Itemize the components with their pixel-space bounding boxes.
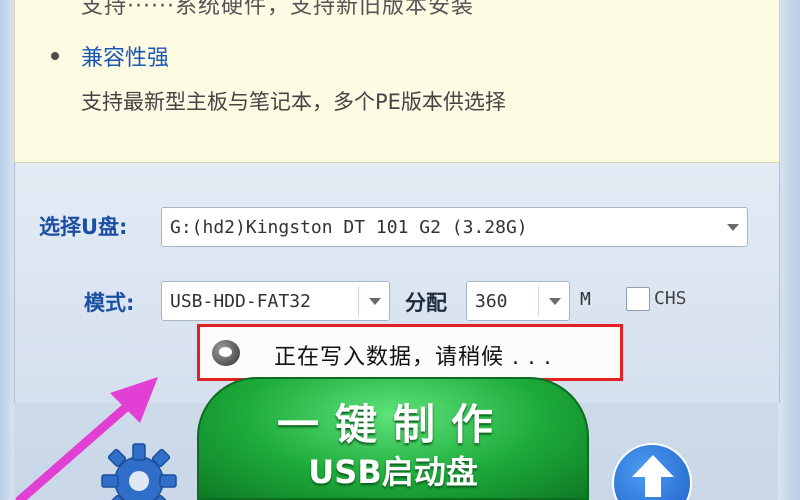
status-text: 正在写入数据，请稍候 . . .	[274, 345, 552, 370]
arrow-up-icon	[632, 455, 674, 497]
make-button-line2: USB启动盘	[308, 453, 478, 491]
alloc-unit: M	[580, 289, 591, 310]
bullet-dot-icon	[51, 52, 59, 60]
feature-cut-line: 支持······系统硬件，支持新旧版本安装	[81, 0, 474, 19]
feature-title: 兼容性强	[81, 46, 170, 71]
chevron-down-icon	[727, 224, 739, 231]
window-frame-right	[778, 0, 800, 500]
feature-panel: 支持······系统硬件，支持新旧版本安装 兼容性强 支持最新型主板与笔记本，多…	[14, 0, 780, 163]
chevron-down-icon	[369, 298, 381, 305]
make-usb-boot-button[interactable]: 一键制作 USB启动盘	[197, 377, 589, 500]
mode-select[interactable]: USB-HDD-FAT32	[161, 281, 390, 321]
combo-divider	[358, 286, 359, 316]
chs-checkbox[interactable]	[626, 287, 650, 311]
alloc-label: 分配	[405, 291, 447, 315]
usb-label: 选择U盘:	[39, 215, 128, 239]
make-button-line1: 一键制作	[276, 400, 509, 449]
mode-label: 模式:	[84, 291, 135, 315]
mode-value: USB-HDD-FAT32	[170, 290, 311, 312]
combo-divider	[538, 286, 539, 316]
status-highlight-box: 正在写入数据，请稍候 . . .	[197, 324, 623, 381]
feature-description: 支持最新型主板与笔记本，多个PE版本供选择	[81, 90, 506, 114]
annotation-arrow	[15, 377, 158, 500]
chevron-down-icon	[549, 298, 561, 305]
speech-bubble-icon	[212, 340, 240, 366]
alloc-select[interactable]: 360	[466, 281, 570, 321]
usb-drive-value: G:(hd2)Kingston DT 101 G2 (3.28G)	[170, 216, 528, 238]
upgrade-button[interactable]	[612, 443, 692, 500]
usb-drive-select[interactable]: G:(hd2)Kingston DT 101 G2 (3.28G)	[161, 207, 748, 247]
chs-label: CHS	[654, 288, 687, 309]
alloc-value: 360	[475, 290, 508, 312]
